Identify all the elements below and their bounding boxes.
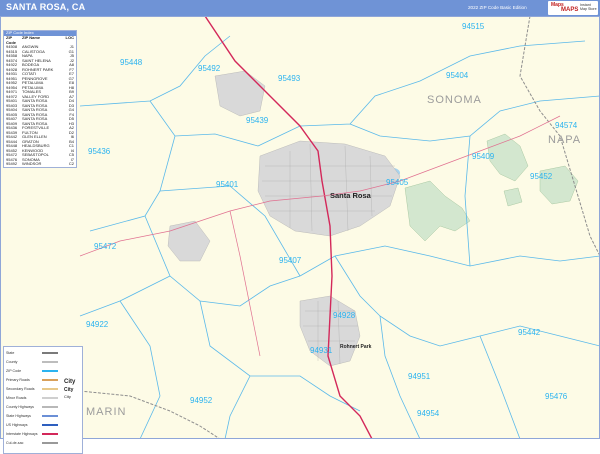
zip-index-loc: C2	[68, 161, 74, 166]
zip-label[interactable]: 95407	[279, 256, 301, 265]
zip-label[interactable]: 95472	[94, 242, 116, 251]
legend-swatch	[42, 379, 58, 381]
legend-label: US Highways	[6, 423, 28, 427]
zip-label[interactable]: 95404	[446, 71, 468, 80]
zip-label[interactable]: 94922	[86, 320, 108, 329]
zip-label[interactable]: 94951	[408, 372, 430, 381]
legend-swatch	[42, 397, 58, 399]
zip-index-rows: 94508 ANGWIN J1 94515 CALISTOGA G1 94558 NAPA J5…	[4, 44, 76, 167]
zip-label[interactable]: 94954	[417, 409, 439, 418]
legend-swatch	[42, 370, 58, 372]
legend-label: County Highways	[6, 405, 34, 409]
legend-row: County Highways	[6, 404, 80, 410]
zip-label[interactable]: 95401	[216, 180, 238, 189]
legend-row: County	[6, 359, 80, 365]
legend-swatch	[42, 352, 58, 354]
legend-label: Cul-de-sac	[6, 441, 24, 445]
zip-label[interactable]: 94952	[190, 396, 212, 405]
zip-index-zip: 95492	[6, 161, 18, 166]
brand-logo[interactable]: Maps MAPS Instant Map Store	[548, 1, 598, 15]
legend-swatch	[42, 361, 58, 363]
city-label: Rohnert Park	[340, 344, 372, 350]
zip-label[interactable]: 94515	[462, 22, 484, 31]
legend-row: State	[6, 350, 80, 356]
legend-label: County	[6, 360, 18, 364]
legend-swatch	[42, 415, 58, 417]
legend-swatch	[42, 442, 58, 444]
legend-city-medium: City	[64, 387, 74, 393]
zip-index-name: WINDSOR	[22, 161, 42, 166]
legend-label: Interstate Highways	[6, 432, 38, 436]
legend-row: ZIP Code	[6, 368, 80, 374]
zip-label[interactable]: 95442	[518, 328, 540, 337]
zip-label[interactable]: 95476	[545, 392, 567, 401]
zip-label[interactable]: 94931	[310, 346, 332, 355]
legend-label: Minor Roads	[6, 396, 27, 400]
legend-swatch	[42, 424, 58, 426]
map-title: SANTA ROSA, CA	[6, 2, 86, 12]
legend-row: US Highways	[6, 422, 80, 428]
legend-row: Cul-de-sac	[6, 440, 80, 446]
map-canvas[interactable]: 94515 95448 95492 95493 95404 94574 95439 95436…	[0, 16, 600, 454]
map-header: SANTA ROSA, CA 2022 ZIP Code Basic Editi…	[0, 0, 600, 16]
city-label: Santa Rosa	[330, 191, 371, 200]
legend-swatch	[42, 433, 58, 435]
legend-swatch	[42, 388, 58, 390]
logo-line-2: MAPS	[561, 7, 579, 13]
zip-label[interactable]: 95492	[198, 64, 220, 73]
legend-city-large: City	[64, 379, 76, 385]
zip-label[interactable]: 95405	[386, 178, 408, 187]
legend-label: ZIP Code	[6, 369, 22, 373]
legend-swatch	[42, 406, 58, 408]
county-label: SONOMA	[427, 94, 482, 106]
zip-label[interactable]: 94574	[555, 121, 577, 130]
zip-label[interactable]: 95409	[472, 152, 494, 161]
zip-label[interactable]: 95452	[530, 172, 552, 181]
zip-label[interactable]: 95493	[278, 74, 300, 83]
zip-label[interactable]: 94928	[333, 311, 355, 320]
legend-label: Secondary Roads	[6, 387, 35, 391]
zip-index-row: 95492 WINDSOR C2	[4, 161, 76, 167]
edition-label: 2022 ZIP Code Basic Edition	[468, 5, 527, 10]
legend-label: State	[6, 351, 15, 355]
map-legend: State County ZIP Code Primary Roads Secondar…	[3, 346, 83, 454]
legend-city-small: City	[64, 394, 71, 399]
zip-label[interactable]: 95448	[120, 58, 142, 67]
county-label: MARIN	[86, 406, 127, 418]
legend-row: Interstate Highways	[6, 431, 80, 437]
zip-label[interactable]: 95436	[88, 147, 110, 156]
legend-row: State Highways	[6, 413, 80, 419]
legend-label: Primary Roads	[6, 378, 30, 382]
zip-code-index: ZIP Code Index ZIP Code ZIP Name LOC 945…	[3, 30, 77, 168]
legend-label: State Highways	[6, 414, 31, 418]
logo-line-3: Instant Map Store	[580, 3, 597, 11]
county-label: NAPA	[548, 134, 582, 146]
zip-label[interactable]: 95439	[246, 116, 268, 125]
